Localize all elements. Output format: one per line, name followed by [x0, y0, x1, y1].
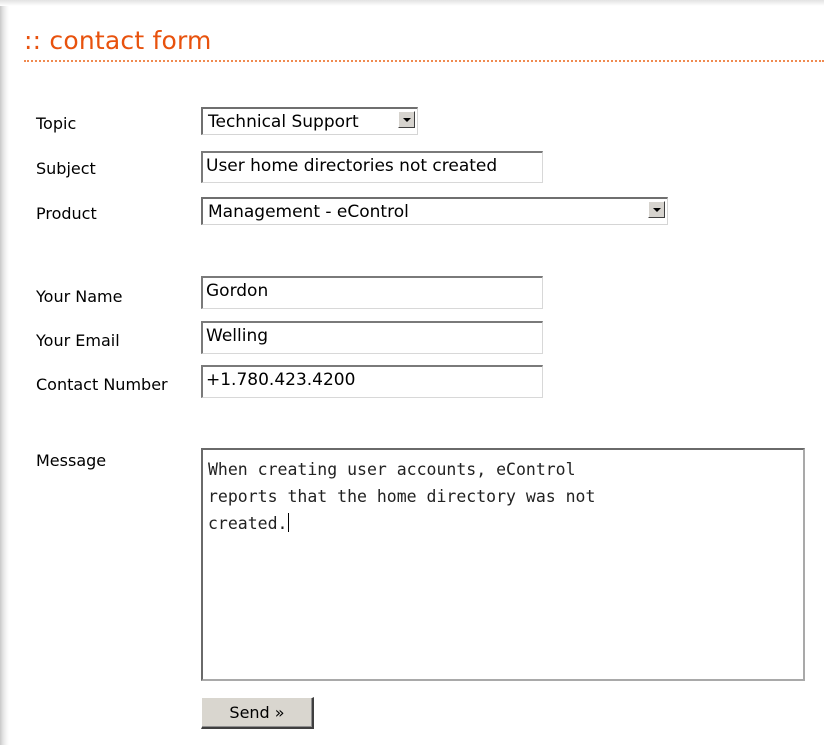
topic-selected-value: Technical Support: [208, 112, 359, 132]
product-selected-value: Management - eControl: [208, 202, 409, 222]
email-field[interactable]: Welling: [201, 321, 543, 354]
phone-field[interactable]: +1.780.423.4200: [201, 365, 543, 398]
subject-field[interactable]: User home directories not created: [201, 151, 543, 183]
window-shadow-top: [0, 0, 824, 6]
topic-label: Topic: [36, 114, 77, 133]
phone-label: Contact Number: [36, 375, 168, 394]
message-text: When creating user accounts, eControl re…: [208, 460, 596, 533]
topic-select[interactable]: Technical Support: [201, 107, 418, 135]
subject-label: Subject: [36, 159, 96, 178]
text-cursor: [288, 513, 290, 532]
product-label: Product: [36, 204, 97, 223]
chevron-down-icon[interactable]: [398, 111, 415, 128]
product-select[interactable]: Management - eControl: [201, 197, 668, 225]
window-shadow-left: [0, 0, 9, 745]
chevron-down-icon[interactable]: [648, 201, 665, 218]
name-label: Your Name: [36, 287, 123, 306]
page-title: :: contact form: [24, 26, 212, 55]
name-field[interactable]: Gordon: [201, 276, 543, 309]
title-divider: [24, 60, 824, 62]
send-button[interactable]: Send »: [201, 697, 314, 729]
email-label: Your Email: [36, 331, 120, 350]
message-textarea[interactable]: When creating user accounts, eControl re…: [201, 448, 805, 681]
message-label: Message: [36, 451, 107, 470]
